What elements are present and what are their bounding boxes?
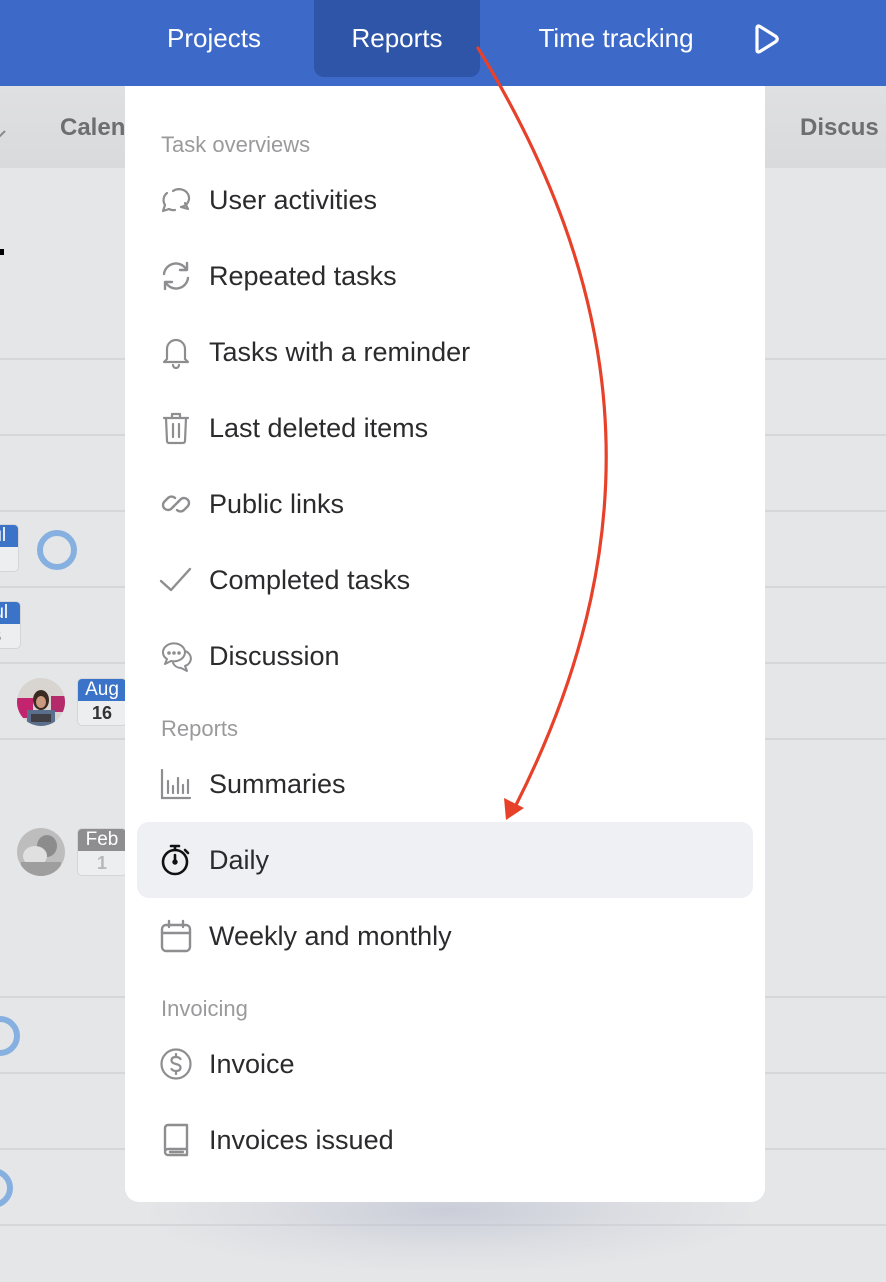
section-label-reports: Reports xyxy=(161,716,239,741)
trash-icon xyxy=(162,412,190,445)
repeat-icon xyxy=(162,261,190,291)
menu-item-public-links[interactable]: Public links xyxy=(137,466,753,542)
menu-item-completed-tasks[interactable]: Completed tasks xyxy=(137,542,753,618)
menu-item-label: Tasks with a reminder xyxy=(209,337,471,367)
book-icon xyxy=(163,1123,189,1157)
tab-discussion[interactable]: Discus xyxy=(800,114,879,142)
menu-item-label: Repeated tasks xyxy=(209,261,397,291)
menu-item-label: Daily xyxy=(209,845,270,875)
menu-item-daily[interactable]: Daily xyxy=(137,822,753,898)
menu-item-label: Summaries xyxy=(209,769,346,799)
discussion-icon xyxy=(161,642,192,672)
task-status-ring[interactable] xyxy=(37,530,77,570)
menu-item-label: Invoice xyxy=(209,1049,295,1079)
stopwatch-icon xyxy=(161,844,190,876)
calendar-icon xyxy=(160,919,192,953)
menu-item-tasks-with-reminder[interactable]: Tasks with a reminder xyxy=(137,314,753,390)
tab-calendar[interactable]: Calen xyxy=(60,114,125,142)
menu-item-label: Invoices issued xyxy=(209,1125,394,1155)
reports-dropdown-menu: Task overviews User activities Repeated … xyxy=(125,86,765,1202)
tab-active-indicator xyxy=(0,249,4,255)
menu-item-repeated-tasks[interactable]: Repeated tasks xyxy=(137,238,753,314)
menu-item-summaries[interactable]: Summaries xyxy=(137,746,753,822)
play-icon[interactable] xyxy=(748,22,782,56)
menu-item-label: Last deleted items xyxy=(209,413,429,443)
date-badge: Aug 16 xyxy=(77,678,127,726)
dollar-icon xyxy=(160,1048,192,1080)
date-badge: Jul 8 xyxy=(0,524,19,572)
date-badge: Jul 8 xyxy=(0,601,21,649)
menu-item-label: Completed tasks xyxy=(209,565,411,595)
menu-item-label: Weekly and monthly xyxy=(209,921,452,951)
menu-item-label: Public links xyxy=(209,489,345,519)
menu-item-weekly-and-monthly[interactable]: Weekly and monthly xyxy=(137,898,753,974)
menu-item-label: User activities xyxy=(209,185,378,215)
bar-chart-icon xyxy=(160,768,192,800)
task-status-ring[interactable] xyxy=(0,1016,20,1056)
chevron-down-icon[interactable] xyxy=(0,128,6,140)
nav-reports[interactable]: Reports xyxy=(314,0,480,77)
section-label-task-overviews: Task overviews xyxy=(161,132,311,157)
menu-item-invoices-issued[interactable]: Invoices issued xyxy=(137,1102,753,1178)
bell-icon xyxy=(162,338,190,369)
section-label-invoicing: Invoicing xyxy=(161,996,248,1021)
date-badge: Feb 1 xyxy=(77,828,127,876)
link-icon xyxy=(161,495,191,513)
menu-item-label: Discussion xyxy=(209,641,340,671)
task-status-ring[interactable] xyxy=(0,1168,13,1208)
menu-item-discussion[interactable]: Discussion xyxy=(137,618,753,694)
checkmark-icon xyxy=(159,567,192,592)
chat-bubbles-icon xyxy=(161,188,191,213)
top-nav-bar: Projects Reports Time tracking xyxy=(0,0,886,86)
menu-item-last-deleted-items[interactable]: Last deleted items xyxy=(137,390,753,466)
avatar[interactable] xyxy=(17,828,65,876)
nav-time-tracking[interactable]: Time tracking xyxy=(506,0,726,77)
nav-projects[interactable]: Projects xyxy=(140,0,288,77)
avatar[interactable] xyxy=(17,678,65,726)
menu-item-user-activities[interactable]: User activities xyxy=(137,162,753,238)
menu-item-invoice[interactable]: Invoice xyxy=(137,1026,753,1102)
